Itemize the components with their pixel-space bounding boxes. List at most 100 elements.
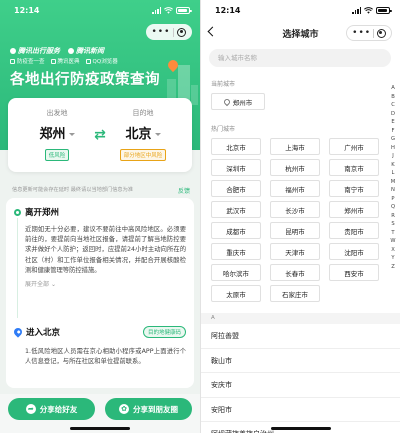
notice-row: 信息更新可能会存在延时 最终请以当地部门信息为准 反馈 [12, 186, 190, 195]
close-mini-program-icon[interactable] [177, 27, 187, 37]
brand-travel: 腾讯出行服务 [18, 47, 60, 55]
update-notice: 信息更新可能会存在延时 最终请以当地部门信息为准 [12, 187, 133, 193]
expand-all-link[interactable]: 展开全部 ⌄ [25, 279, 186, 288]
destination-city[interactable]: 北京 [125, 123, 151, 142]
index-letter[interactable]: N [391, 186, 395, 195]
index-letter[interactable]: B [391, 93, 395, 102]
origin-dot-icon [14, 208, 21, 216]
destination-pin-icon [12, 326, 24, 338]
service-label: 防疫查一查 [17, 59, 45, 65]
index-letter[interactable]: G [391, 135, 395, 144]
destination-risk-badge: 部分地区中风险 [119, 149, 167, 161]
route-card: 出发地 郑州 低风险 ⇄ 目的地 北京 部分地区中风险 [8, 98, 192, 172]
hot-city-button[interactable]: 南京市 [329, 159, 379, 176]
wifi-icon [364, 6, 373, 14]
more-icon[interactable]: ••• [352, 28, 371, 38]
city-list-item[interactable]: 安庆市 [201, 373, 400, 398]
city-search-input[interactable] [209, 49, 391, 67]
index-letter[interactable]: K [391, 161, 394, 170]
home-indicator[interactable] [270, 427, 331, 430]
index-letter[interactable]: X [391, 246, 395, 255]
hot-city-button[interactable]: 重庆市 [211, 243, 261, 260]
leave-section: 离开郑州 近期如无十分必要，建议不要前往中高风险地区。必须要前往的，要提前向当地… [14, 206, 186, 318]
index-letter[interactable]: F [392, 127, 395, 136]
tencent-logo-icon [10, 48, 16, 54]
index-letter[interactable]: Q [391, 203, 395, 212]
mini-program-capsule[interactable]: ••• [146, 24, 192, 40]
hot-city-button[interactable]: 贵阳市 [329, 222, 379, 239]
index-letter[interactable]: Z [391, 263, 395, 272]
brand-row: 腾讯出行服务 腾讯新闻 [10, 46, 104, 56]
hot-city-button[interactable]: 北京市 [211, 138, 261, 155]
index-letter[interactable]: T [391, 229, 394, 238]
city-list-item[interactable]: 安阳市 [201, 398, 400, 422]
hot-city-button[interactable]: 成都市 [211, 222, 261, 239]
city-list-item[interactable]: 鞍山市 [201, 349, 400, 373]
hot-city-button[interactable]: 太原市 [211, 285, 261, 302]
mini-program-capsule[interactable]: ••• [346, 25, 392, 41]
hot-city-button[interactable]: 郑州市 [329, 201, 379, 218]
destination-selector[interactable]: 目的地 北京 部分地区中风险 [108, 108, 178, 161]
policy-query-screen: 12:14 ••• 腾讯出行服务 腾讯新闻 防疫查一查 腾讯医典 QQ浏览器 各… [0, 0, 200, 433]
swap-icon[interactable]: ⇄ [92, 128, 108, 142]
status-time: 12:14 [215, 5, 241, 15]
index-letter[interactable]: Y [391, 254, 394, 263]
index-letter[interactable]: H [391, 144, 395, 153]
origin-city[interactable]: 郑州 [39, 123, 65, 142]
share-friend-button[interactable]: ➦ 分享给好友 [8, 398, 95, 420]
index-letter[interactable]: S [391, 220, 394, 229]
city-list-item[interactable]: 阿拉善盟 [201, 324, 400, 349]
index-letter[interactable]: C [391, 101, 395, 110]
health-code-button[interactable]: 目的地健康码 [142, 326, 186, 338]
more-icon[interactable]: ••• [152, 27, 171, 37]
wifi-icon [164, 6, 173, 14]
hot-city-button[interactable]: 南宁市 [329, 180, 379, 197]
home-indicator[interactable] [70, 427, 130, 430]
hot-city-button[interactable]: 石家庄市 [270, 285, 320, 302]
index-letter[interactable]: D [391, 110, 395, 119]
nav-title: 选择城市 [282, 29, 319, 40]
index-letter[interactable]: R [391, 212, 395, 221]
service-label: 腾讯医典 [57, 59, 80, 65]
origin-risk-badge: 低风险 [44, 149, 70, 161]
hot-city-button[interactable]: 上海市 [270, 138, 320, 155]
hot-city-button[interactable]: 武汉市 [211, 201, 261, 218]
index-letter[interactable]: J [392, 152, 394, 161]
hot-city-button[interactable]: 福州市 [270, 180, 320, 197]
close-mini-program-icon[interactable] [376, 28, 386, 38]
leave-title: 离开郑州 [25, 208, 60, 218]
alphabet-index[interactable]: ABCDEFGHJKLMNPQRSTWXYZ [389, 84, 397, 271]
chevron-down-icon[interactable]: ⌄ [51, 281, 56, 288]
city-list: 阿拉善盟鞍山市安庆市安阳市阿坝藏族羌族自治州 [201, 324, 400, 433]
hot-city-button[interactable]: 深圳市 [211, 159, 261, 176]
city-picker-screen: 12:14 选择城市 ••• 当前城市 郑州市 热门城市 北京市上海市广州市深圳… [200, 0, 400, 433]
hot-city-button[interactable]: 哈尔滨市 [211, 264, 261, 281]
caret-down-icon[interactable] [154, 132, 161, 136]
battery-icon [376, 6, 392, 14]
service-icon [50, 58, 56, 64]
index-letter[interactable]: P [391, 195, 394, 204]
origin-selector[interactable]: 出发地 郑州 低风险 [22, 108, 92, 161]
hot-city-button[interactable]: 合肥市 [211, 180, 261, 197]
share-moments-button[interactable]: ✿ 分享到朋友圈 [105, 398, 192, 420]
hot-city-button[interactable]: 长沙市 [270, 201, 320, 218]
back-chevron-icon[interactable] [207, 26, 218, 37]
hot-city-button[interactable]: 杭州市 [270, 159, 320, 176]
hot-city-button[interactable]: 昆明市 [270, 222, 320, 239]
current-city-button[interactable]: 郑州市 [211, 93, 265, 110]
leave-policy-text: 近期如无十分必要，建议不要前往中高风险地区。必须要前往的，要提前向当地社区报备，… [25, 226, 186, 274]
index-letter[interactable]: L [392, 169, 395, 178]
hot-city-button[interactable]: 西安市 [329, 264, 379, 281]
index-letter[interactable]: A [391, 84, 395, 93]
feedback-link[interactable]: 反馈 [178, 186, 190, 195]
caret-down-icon[interactable] [68, 132, 75, 136]
hot-city-button[interactable]: 天津市 [270, 243, 320, 260]
status-bar: 12:14 [0, 0, 200, 20]
index-letter[interactable]: W [390, 237, 395, 246]
index-letter[interactable]: E [391, 118, 394, 127]
index-letter[interactable]: M [391, 178, 395, 187]
hot-city-button[interactable]: 广州市 [329, 138, 379, 155]
hot-city-button[interactable]: 沈阳市 [329, 243, 379, 260]
service-label: QQ浏览器 [92, 59, 118, 65]
hot-city-button[interactable]: 长春市 [270, 264, 320, 281]
